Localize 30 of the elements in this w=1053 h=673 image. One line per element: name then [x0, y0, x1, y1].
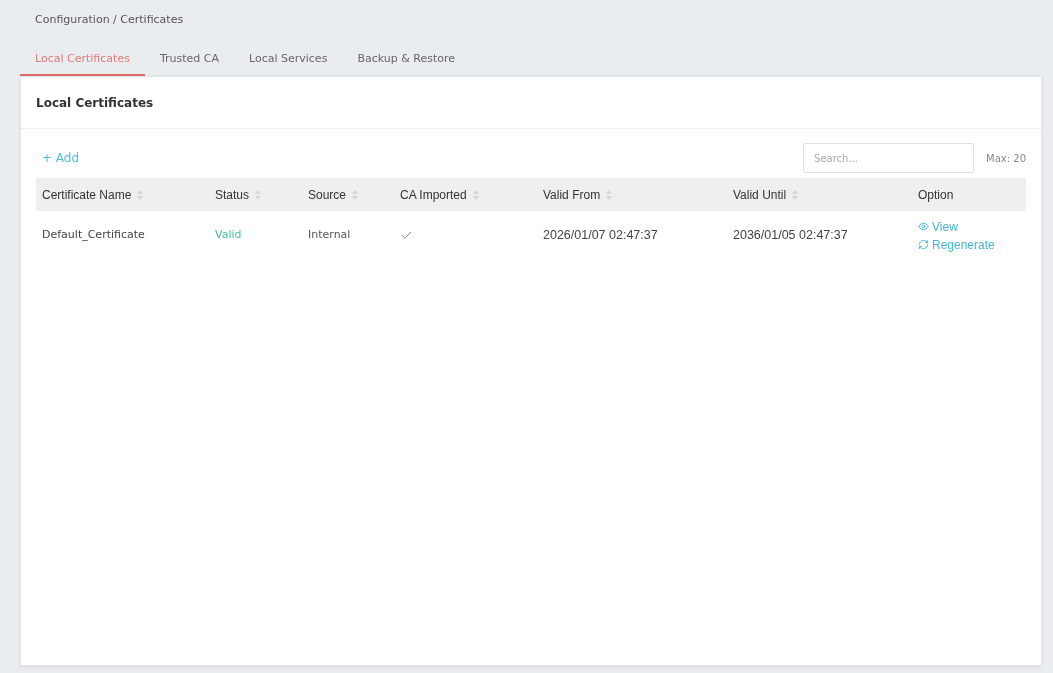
status-cell-text: Valid: [214, 227, 243, 244]
sort-icon[interactable]: [137, 189, 144, 200]
tab[interactable]: Trusted CA: [144, 48, 234, 76]
column-header: Status: [215, 186, 250, 204]
breadcrumb: Configuration / Certificates: [34, 12, 185, 28]
table-cell-text: Internal: [307, 227, 352, 244]
column-header: Valid From: [543, 186, 601, 204]
panel-title: Local Certificates: [36, 94, 154, 112]
column-header: CA Imported: [400, 186, 467, 204]
sort-icon[interactable]: [792, 189, 799, 200]
sort-icon[interactable]: [352, 189, 359, 200]
eye-icon: [918, 221, 929, 232]
refresh-icon: [918, 239, 929, 250]
view-link[interactable]: View: [918, 217, 958, 236]
column-header: Source: [308, 186, 347, 204]
sort-icon[interactable]: [255, 189, 262, 200]
regenerate-link[interactable]: Regenerate: [918, 235, 995, 254]
sort-icon[interactable]: [606, 189, 613, 200]
column-header: Valid Until: [733, 186, 787, 204]
table-cell-text: 2036/01/05 02:47:37: [732, 227, 849, 245]
column-header: Option: [918, 186, 954, 204]
max-count-label: Max: 20: [986, 151, 1026, 166]
table-cell-text: Default_Certificate: [41, 227, 146, 244]
sort-icon[interactable]: [472, 189, 479, 200]
table-cell-text: 2026/01/07 02:47:37: [542, 227, 659, 245]
search-field[interactable]: Search...: [803, 143, 975, 173]
column-header: Certificate Name: [42, 186, 132, 204]
tab[interactable]: Local Services: [233, 48, 343, 76]
tab[interactable]: Backup & Restore: [342, 48, 470, 76]
add-button[interactable]: + Add: [36, 149, 80, 167]
